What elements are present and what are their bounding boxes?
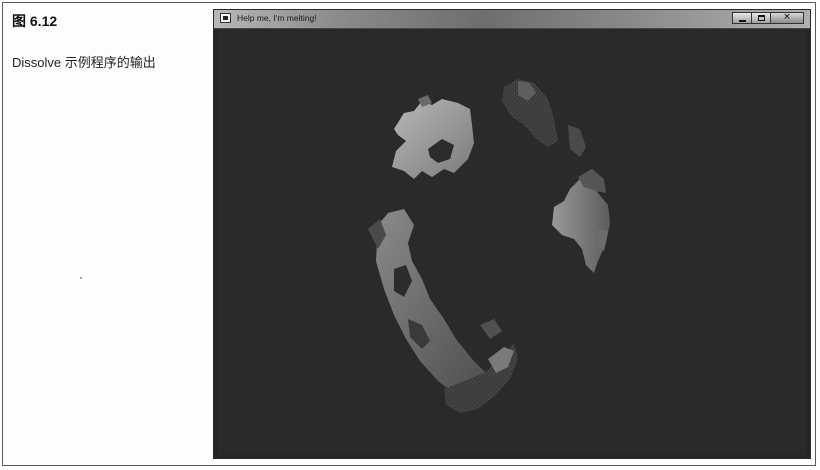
globe-fragment-top xyxy=(392,95,474,179)
window-title: Help me, I'm melting! xyxy=(237,13,317,23)
render-viewport[interactable] xyxy=(218,29,806,455)
minimize-button[interactable] xyxy=(732,12,752,24)
app-window: Help me, I'm melting! ✕ xyxy=(213,9,811,459)
globe-fragment-upper-right xyxy=(502,79,586,157)
close-icon: ✕ xyxy=(783,12,791,23)
window-titlebar[interactable]: Help me, I'm melting! ✕ xyxy=(214,10,810,29)
maximize-icon xyxy=(758,15,765,21)
figure-caption: Dissolve 示例程序的输出 xyxy=(12,55,156,70)
close-button[interactable]: ✕ xyxy=(770,12,804,24)
minimize-icon xyxy=(739,20,746,22)
figure-page: 图 6.12 Dissolve 示例程序的输出 Help me, I'm mel… xyxy=(0,0,820,470)
globe-fragment-left xyxy=(368,209,498,401)
globe-fragment-right xyxy=(552,169,610,273)
caption-panel: 图 6.12 Dissolve 示例程序的输出 xyxy=(4,4,208,462)
print-speck xyxy=(80,277,82,279)
figure-title: 图 6.12 xyxy=(12,13,58,29)
window-controls: ✕ xyxy=(732,12,804,25)
app-icon[interactable] xyxy=(220,13,231,23)
dissolving-globe xyxy=(368,79,610,413)
maximize-button[interactable] xyxy=(751,12,771,24)
